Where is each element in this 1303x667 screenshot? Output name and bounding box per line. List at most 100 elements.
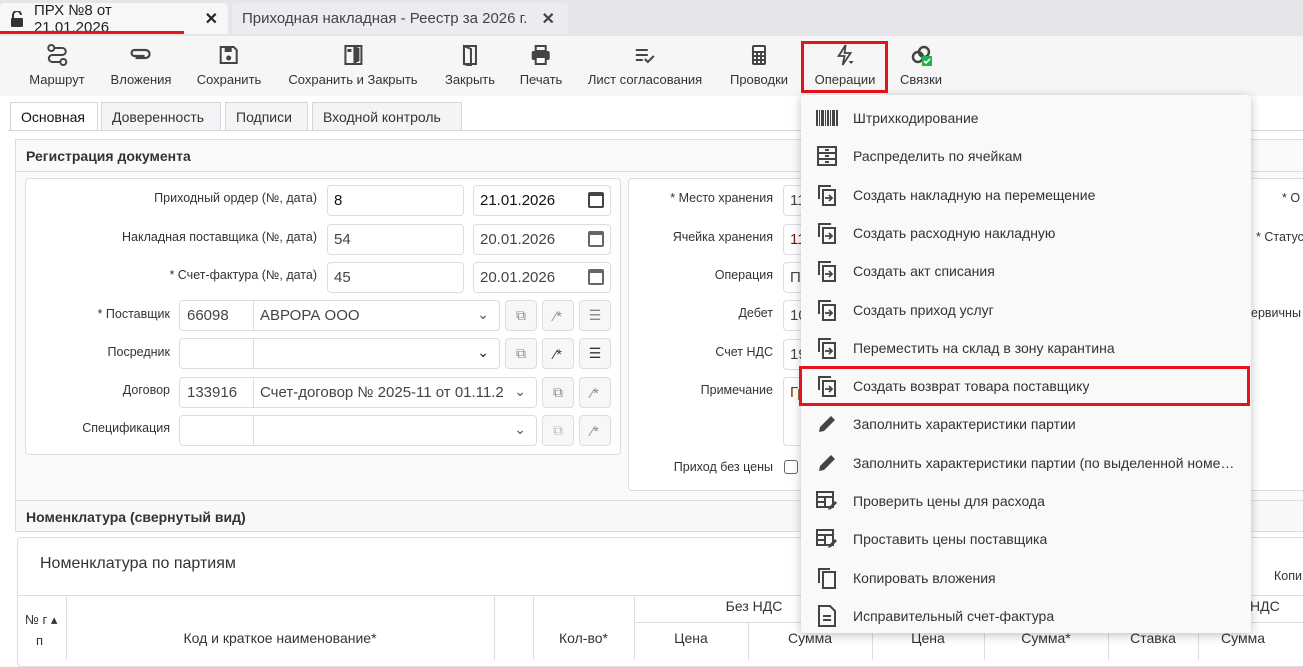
menu-item[interactable]: Копировать вложения bbox=[801, 559, 1251, 597]
field-label: Счет НДС bbox=[715, 345, 773, 359]
toolbar: Маршрут Вложения Сохранить Сохранить и З… bbox=[0, 36, 1303, 96]
wizard-button[interactable]: ⁄* bbox=[579, 415, 611, 446]
menu-item-label: Проставить цены поставщика bbox=[853, 531, 1048, 548]
menu-item-label: Создать приход услуг bbox=[853, 301, 994, 318]
calendar-icon[interactable] bbox=[588, 269, 604, 285]
chevron-down-icon[interactable]: ⌄ bbox=[514, 383, 526, 400]
wizard-button[interactable]: ⁄* bbox=[579, 377, 611, 408]
tree-button[interactable]: ☰ bbox=[579, 300, 611, 331]
open-card-button[interactable]: ⧉ bbox=[505, 300, 537, 331]
tab-main[interactable]: Основная bbox=[10, 102, 98, 131]
no-price-checkbox[interactable] bbox=[784, 460, 798, 474]
tab-signatures[interactable]: Подписи bbox=[225, 102, 308, 131]
close-button[interactable]: Закрыть bbox=[445, 44, 495, 87]
incoming-order-date[interactable]: 21.01.2026 bbox=[473, 185, 611, 216]
menu-item[interactable]: Штрихкодирование bbox=[801, 99, 1251, 137]
open-card-button[interactable]: ⧉ bbox=[505, 338, 537, 369]
table-edit-icon bbox=[815, 527, 839, 551]
menu-item-label: Заполнить характеристики партии bbox=[853, 416, 1076, 433]
save-button[interactable]: Сохранить bbox=[197, 44, 261, 87]
supplier-name: АВРОРА ООО bbox=[260, 307, 360, 324]
magic-wand-icon: ⁄* bbox=[591, 384, 599, 401]
menu-item[interactable]: Распределить по ячейкам bbox=[801, 137, 1251, 175]
route-icon bbox=[47, 44, 67, 66]
lock-icon bbox=[10, 10, 23, 27]
intermediary-select[interactable]: ⌄ bbox=[179, 338, 500, 369]
col-num-header[interactable]: № г ▴ bbox=[25, 612, 57, 628]
attachments-button[interactable]: Вложения bbox=[111, 44, 171, 87]
tab-prh-8[interactable]: ПРХ №8 от 21.01.2026 ✕ bbox=[0, 2, 228, 36]
tax-invoice-number[interactable]: 45 bbox=[327, 262, 464, 293]
menu-item[interactable]: Создать расходную накладную bbox=[801, 214, 1251, 252]
toolbar-label: Связки bbox=[899, 72, 943, 87]
menu-item[interactable]: Исправительный счет-фактура bbox=[801, 597, 1251, 635]
calculator-icon bbox=[751, 45, 766, 65]
menu-item[interactable]: Проставить цены поставщика bbox=[801, 520, 1251, 558]
open-card-button[interactable]: ⧉ bbox=[542, 377, 574, 408]
print-button[interactable]: Печать bbox=[520, 44, 562, 87]
menu-item[interactable]: Заполнить характеристики партии (по выде… bbox=[801, 444, 1251, 482]
copy-arrow-icon bbox=[815, 298, 839, 322]
menu-item[interactable]: Заполнить характеристики партии bbox=[801, 405, 1251, 443]
postings-button[interactable]: Проводки bbox=[730, 44, 788, 87]
paperclip-icon bbox=[130, 48, 152, 60]
menu-item-label: Исправительный счет-фактура bbox=[853, 607, 1055, 624]
calendar-icon[interactable] bbox=[588, 231, 604, 247]
toolbar-label: Проводки bbox=[729, 72, 789, 87]
col-price-header[interactable]: Цена bbox=[634, 630, 748, 646]
incoming-order-number[interactable]: 8 bbox=[327, 185, 464, 216]
tab-power-of-attorney[interactable]: Доверенность bbox=[101, 102, 221, 131]
chevron-down-icon[interactable]: ⌄ bbox=[477, 344, 489, 361]
supplier-invoice-date[interactable]: 20.01.2026 bbox=[473, 224, 611, 255]
toolbar-label: Маршрут bbox=[29, 72, 85, 87]
calendar-icon[interactable] bbox=[588, 192, 604, 208]
menu-item-label: Создать акт списания bbox=[853, 263, 995, 280]
menu-item[interactable]: Проверить цены для расхода bbox=[801, 482, 1251, 520]
supplier-invoice-number[interactable]: 54 bbox=[327, 224, 464, 255]
tree-button[interactable]: ☰ bbox=[579, 338, 611, 369]
document-icon bbox=[815, 604, 839, 628]
tab-incoming-control[interactable]: Входной контроль bbox=[312, 102, 462, 131]
contract-select[interactable]: 133916 Счет-договор № 2025-11 от 01.11.2 ⌄ bbox=[179, 377, 537, 408]
col-name-header[interactable]: Код и краткое наименование* bbox=[66, 630, 494, 646]
links-button[interactable]: Связки bbox=[900, 44, 942, 87]
menu-item[interactable]: Переместить на склад в зону карантина bbox=[801, 329, 1251, 367]
field-label: Посредник bbox=[107, 345, 170, 359]
wizard-button[interactable]: ⁄* bbox=[542, 300, 574, 331]
tax-invoice-date[interactable]: 20.01.2026 bbox=[473, 262, 611, 293]
field-label: Приход без цены bbox=[673, 460, 773, 474]
tab-label: Приходная накладная - Реестр за 2026 г. bbox=[242, 10, 528, 27]
chevron-down-icon[interactable]: ⌄ bbox=[477, 306, 489, 323]
section-title: Регистрация документа bbox=[26, 148, 191, 164]
toolbar-label: Закрыть bbox=[444, 72, 496, 87]
open-link-icon: ⧉ bbox=[516, 345, 526, 361]
date-value: 20.01.2026 bbox=[480, 269, 556, 286]
copy-action-label[interactable]: Копи bbox=[1274, 569, 1302, 583]
close-icon[interactable]: ✕ bbox=[205, 9, 218, 29]
supplier-select[interactable]: 66098 АВРОРА ООО ⌄ bbox=[179, 300, 500, 331]
menu-item-label: Переместить на склад в зону карантина bbox=[853, 339, 1115, 356]
save-close-icon bbox=[344, 45, 362, 65]
menu-item[interactable]: Создать акт списания bbox=[801, 252, 1251, 290]
open-card-button[interactable]: ⧉ bbox=[542, 415, 574, 446]
menu-item[interactable]: Создать накладную на перемещение bbox=[801, 176, 1251, 214]
col-qty-header[interactable]: Кол-во* bbox=[533, 630, 634, 646]
field-label: Приходный ордер (№, дата) bbox=[154, 191, 317, 205]
menu-item[interactable]: Создать приход услуг bbox=[801, 291, 1251, 329]
specification-select[interactable]: ⌄ bbox=[179, 415, 537, 446]
section-title: Номенклатура (свернутый вид) bbox=[26, 509, 246, 525]
link-icon bbox=[911, 45, 932, 66]
approval-sheet-button[interactable]: Лист согласования bbox=[588, 44, 702, 87]
save-close-button[interactable]: Сохранить и Закрыть bbox=[288, 44, 418, 87]
field-label: Накладная поставщика (№, дата) bbox=[122, 230, 317, 244]
menu-item-label: Создать накладную на перемещение bbox=[853, 186, 1096, 203]
tab-registry[interactable]: Приходная накладная - Реестр за 2026 г. … bbox=[232, 3, 568, 34]
menu-item-label: Проверить цены для расхода bbox=[853, 493, 1045, 509]
route-button[interactable]: Маршрут bbox=[29, 44, 85, 87]
wizard-button[interactable]: ⁄* bbox=[542, 338, 574, 369]
open-link-icon: ⧉ bbox=[516, 307, 526, 323]
magic-wand-icon: ⁄* bbox=[591, 422, 599, 439]
chevron-down-icon[interactable]: ⌄ bbox=[514, 421, 526, 438]
save-icon bbox=[219, 46, 238, 64]
close-icon[interactable]: ✕ bbox=[541, 9, 554, 29]
